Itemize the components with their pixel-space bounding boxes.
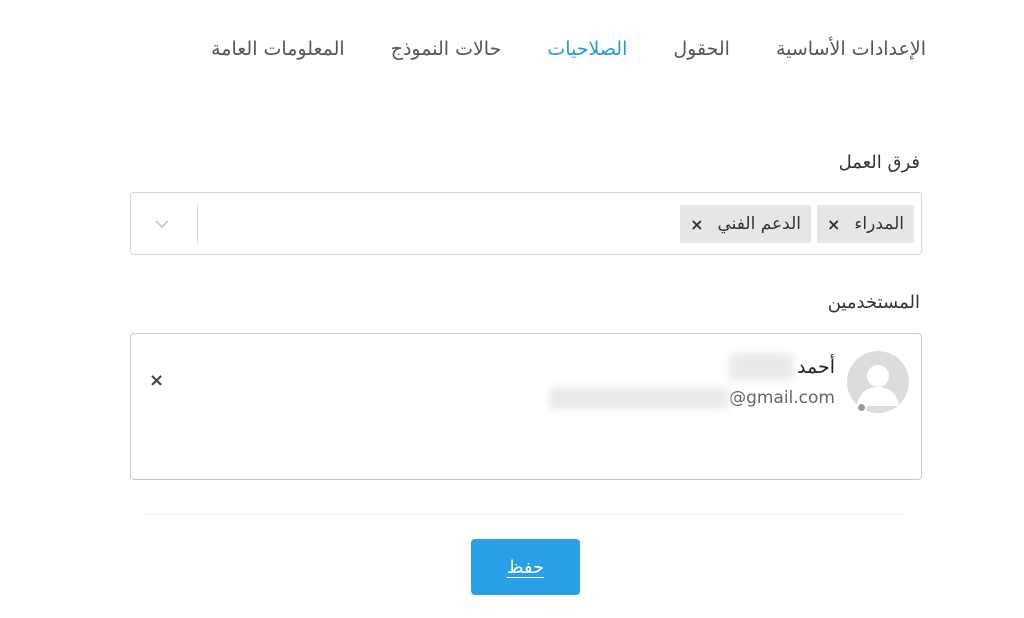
team-tag-label: الدعم الفني: [717, 214, 802, 234]
user-item: أحمد @gmail.com: [549, 351, 909, 413]
user-details: أحمد @gmail.com: [549, 353, 835, 409]
status-dot: [856, 402, 867, 413]
user-name: أحمد: [549, 353, 835, 381]
team-tag: المدراء ×: [817, 205, 914, 243]
user-email-suffix: @gmail.com: [729, 388, 835, 408]
remove-tag-icon[interactable]: ×: [827, 215, 840, 234]
save-button-label: حفظ: [506, 556, 545, 578]
redacted-name: [729, 353, 794, 381]
separator: [143, 514, 905, 515]
chevron-down-icon[interactable]: [153, 215, 171, 233]
teams-tags: المدراء × الدعم الفني ×: [680, 205, 914, 243]
teams-select[interactable]: المدراء × الدعم الفني ×: [130, 192, 922, 255]
save-button[interactable]: حفظ: [471, 539, 580, 595]
user-name-text: أحمد: [797, 356, 835, 378]
redacted-email: [549, 387, 730, 409]
tab-permissions[interactable]: الصلاحيات: [547, 38, 627, 60]
tab-form-states[interactable]: حالات النموذج: [391, 38, 502, 60]
team-tag: الدعم الفني ×: [680, 205, 811, 243]
remove-user-icon[interactable]: ×: [149, 370, 164, 391]
team-tag-label: المدراء: [854, 214, 904, 234]
tab-basic-settings[interactable]: الإعدادات الأساسية: [776, 38, 926, 60]
tabs-nav: الإعدادات الأساسية الحقول الصلاحيات حالا…: [126, 34, 926, 64]
user-email: @gmail.com: [549, 387, 835, 409]
select-divider: [197, 205, 198, 243]
remove-tag-icon[interactable]: ×: [690, 215, 703, 234]
users-list-box: أحمد @gmail.com ×: [130, 333, 922, 480]
tab-fields[interactable]: الحقول: [673, 38, 730, 60]
tab-general-info[interactable]: المعلومات العامة: [211, 38, 345, 60]
teams-label: فرق العمل: [838, 152, 920, 173]
users-label: المستخدمين: [827, 292, 920, 313]
